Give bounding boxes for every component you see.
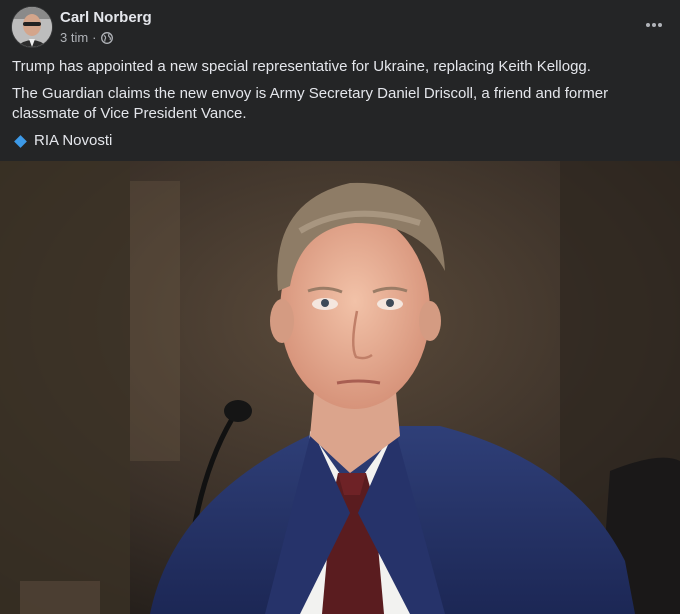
blue-diamond-icon <box>14 134 27 148</box>
meta-separator: · <box>92 30 97 45</box>
more-options-icon <box>646 23 662 27</box>
post-header: Carl Norberg 3 tim · <box>0 0 680 56</box>
source-label: RIA Novosti <box>34 132 113 149</box>
facebook-post: Carl Norberg 3 tim · Trump has appointed… <box>0 0 680 614</box>
author-name[interactable]: Carl Norberg <box>60 9 152 26</box>
post-photo[interactable] <box>0 161 680 614</box>
post-meta: 3 tim · <box>60 30 113 45</box>
more-options-button[interactable] <box>640 12 668 38</box>
photo-image <box>0 161 680 614</box>
post-source: RIA Novosti <box>12 131 662 151</box>
avatar-image <box>12 7 52 47</box>
post-paragraph-2: The Guardian claims the new envoy is Arm… <box>12 85 609 122</box>
globe-icon[interactable] <box>100 31 113 44</box>
post-text: Trump has appointed a new special repres… <box>12 57 662 151</box>
author-avatar[interactable] <box>12 7 52 47</box>
post-time[interactable]: 3 tim <box>60 30 88 45</box>
post-paragraph-1: Trump has appointed a new special repres… <box>12 58 591 75</box>
